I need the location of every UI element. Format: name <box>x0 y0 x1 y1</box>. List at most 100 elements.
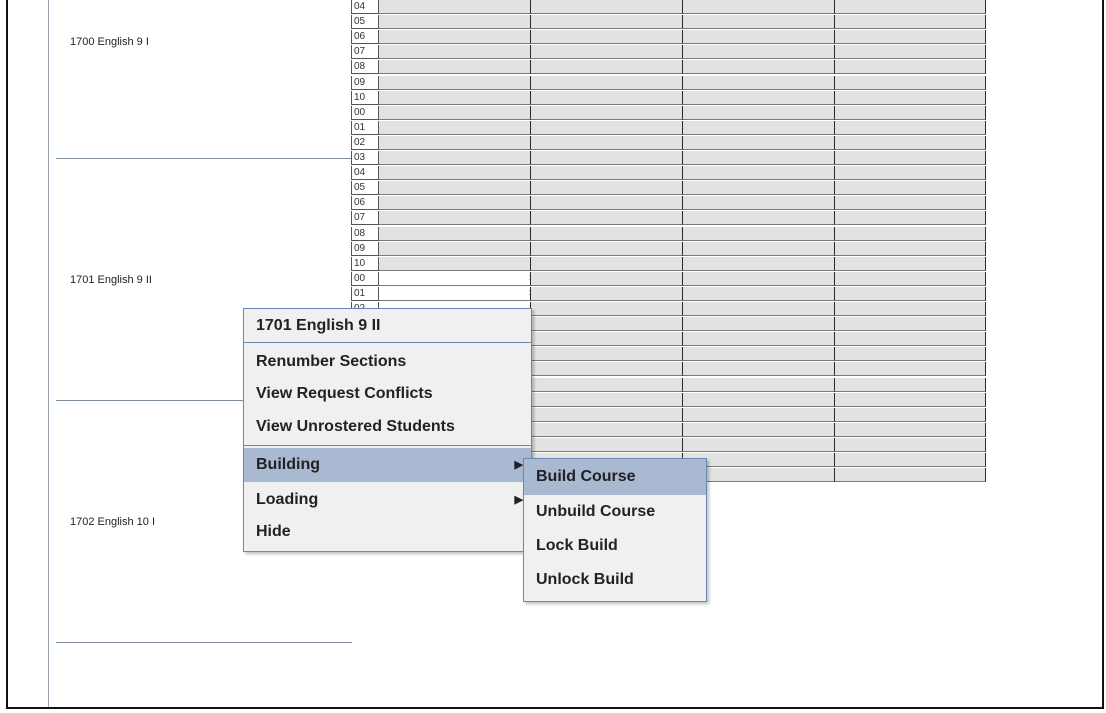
section-row[interactable]: 06 <box>351 196 986 211</box>
period-cell[interactable] <box>531 271 683 286</box>
section-row[interactable]: 08 <box>351 60 986 75</box>
period-cell[interactable] <box>683 120 835 135</box>
course-block-1700[interactable]: 1700 English 9 I <box>56 0 352 158</box>
period-cell[interactable] <box>835 166 986 181</box>
period-cell[interactable] <box>835 151 986 165</box>
period-cell[interactable] <box>379 226 531 241</box>
period-cell[interactable] <box>531 60 683 75</box>
period-cell[interactable] <box>835 15 986 30</box>
period-cell[interactable] <box>835 181 986 196</box>
period-cell[interactable] <box>683 166 835 181</box>
section-row[interactable]: 09 <box>351 241 986 257</box>
period-cell[interactable] <box>835 241 986 256</box>
period-cell[interactable] <box>683 0 835 14</box>
period-cell[interactable] <box>835 60 986 75</box>
period-cell[interactable] <box>683 75 835 90</box>
period-cell[interactable] <box>531 392 683 407</box>
period-cell[interactable] <box>531 347 683 362</box>
period-cell[interactable]: 36/36) <box>379 271 557 286</box>
period-cell[interactable] <box>531 362 683 377</box>
period-cell[interactable] <box>379 90 531 105</box>
period-cell[interactable] <box>683 181 835 196</box>
period-cell[interactable] <box>379 30 531 45</box>
section-row[interactable]: 03 <box>351 151 986 166</box>
period-cell[interactable] <box>835 286 986 301</box>
period-cell[interactable] <box>379 120 531 135</box>
section-row[interactable]: 00 <box>351 105 986 121</box>
period-cell[interactable] <box>683 45 835 60</box>
period-cell[interactable] <box>531 75 683 90</box>
section-row[interactable]: 01 <box>351 120 986 136</box>
period-cell[interactable] <box>835 135 986 150</box>
period-cell[interactable] <box>531 211 683 226</box>
period-cell[interactable] <box>531 302 683 316</box>
period-cell[interactable] <box>531 377 683 392</box>
hide-item[interactable]: Hide <box>244 518 531 551</box>
period-cell[interactable] <box>683 286 835 301</box>
section-row[interactable]: 05 <box>351 15 986 30</box>
period-cell[interactable] <box>531 407 683 422</box>
period-cell[interactable] <box>379 45 531 60</box>
period-cell[interactable] <box>683 256 835 271</box>
period-cell[interactable] <box>835 0 986 14</box>
unlock-build-item[interactable]: Unlock Build <box>524 563 706 601</box>
period-cell[interactable] <box>835 468 986 483</box>
section-row[interactable]: 07 <box>351 211 986 226</box>
period-cell[interactable] <box>531 0 683 14</box>
section-row[interactable]: 04 <box>351 166 986 181</box>
period-cell[interactable] <box>683 105 835 120</box>
period-cell[interactable] <box>683 135 835 150</box>
period-cell[interactable] <box>683 30 835 45</box>
period-cell[interactable] <box>379 151 531 165</box>
section-row[interactable]: 10 <box>351 256 986 272</box>
section-row[interactable]: 08 <box>351 226 986 242</box>
period-cell[interactable] <box>835 437 986 452</box>
period-cell[interactable] <box>835 226 986 241</box>
period-cell[interactable] <box>531 437 683 452</box>
lock-build-item[interactable]: Lock Build <box>524 529 706 563</box>
period-cell[interactable] <box>683 407 835 422</box>
period-cell[interactable] <box>835 392 986 407</box>
period-cell[interactable] <box>683 317 835 332</box>
period-cell[interactable] <box>683 302 835 316</box>
period-cell[interactable] <box>531 30 683 45</box>
loading-item[interactable]: Loading ▶ <box>244 482 531 518</box>
period-cell[interactable] <box>379 15 531 30</box>
period-cell[interactable] <box>683 211 835 226</box>
period-cell[interactable] <box>835 377 986 392</box>
period-cell[interactable] <box>379 60 531 75</box>
period-cell[interactable] <box>835 422 986 437</box>
period-cell[interactable] <box>835 45 986 60</box>
course-block-next[interactable] <box>56 642 352 707</box>
period-cell[interactable] <box>379 75 531 90</box>
section-row[interactable]: 06 <box>351 30 986 45</box>
period-cell[interactable] <box>835 256 986 271</box>
section-row[interactable]: 0136/36) <box>351 286 986 302</box>
period-cell[interactable] <box>531 120 683 135</box>
period-cell[interactable] <box>531 90 683 105</box>
period-cell[interactable] <box>835 105 986 120</box>
section-row[interactable]: 09 <box>351 75 986 91</box>
period-cell[interactable] <box>683 271 835 286</box>
section-row[interactable]: 10 <box>351 90 986 106</box>
period-cell[interactable] <box>683 151 835 165</box>
period-cell[interactable] <box>531 422 683 437</box>
period-cell[interactable] <box>379 166 531 181</box>
period-cell[interactable] <box>835 317 986 332</box>
view-unrostered-students-item[interactable]: View Unrostered Students <box>244 410 531 443</box>
period-cell[interactable] <box>379 196 531 211</box>
period-cell[interactable] <box>531 226 683 241</box>
build-course-item[interactable]: Build Course <box>524 459 706 495</box>
period-cell[interactable] <box>835 332 986 347</box>
period-cell[interactable] <box>531 286 683 301</box>
period-cell[interactable] <box>835 120 986 135</box>
section-row[interactable]: 02 <box>351 135 986 151</box>
period-cell[interactable] <box>379 135 531 150</box>
period-cell[interactable] <box>835 347 986 362</box>
period-cell[interactable] <box>683 392 835 407</box>
period-cell[interactable] <box>835 453 986 467</box>
period-cell[interactable] <box>835 75 986 90</box>
period-cell[interactable] <box>531 15 683 30</box>
period-cell[interactable] <box>683 347 835 362</box>
period-cell[interactable] <box>683 196 835 211</box>
